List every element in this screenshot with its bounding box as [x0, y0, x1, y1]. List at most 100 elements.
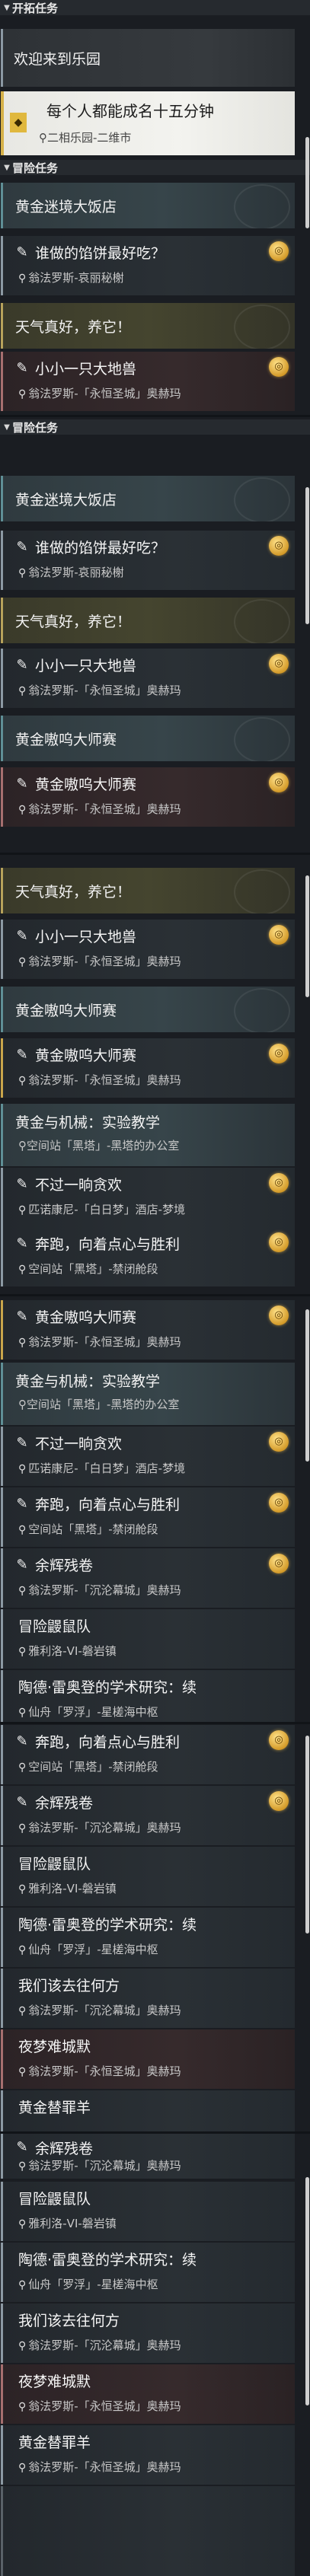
quest-location: ⚲ 翁法罗斯-「永恒圣城」奥赫玛	[18, 1073, 181, 1087]
quest-card[interactable]: 我们该去往何方 ⚲ 翁法罗斯-「沉沦幕城」奥赫玛	[1, 1969, 295, 2028]
quest-location: ⚲空间站「黑塔」-黑塔的办公室	[18, 1398, 180, 1411]
location-pin-icon: ⚲	[18, 1139, 27, 1153]
quest-scroll-icon: ✎	[16, 1047, 28, 1063]
quest-group-weather[interactable]: 天气真好，养它！	[1, 303, 295, 349]
location-pin-icon: ⚲	[18, 1524, 27, 1536]
quest-location: ⚲ 翁法罗斯-「沉沦幕城」奥赫玛	[18, 2159, 181, 2173]
quest-title: 夜梦难城默	[18, 2374, 91, 2390]
quest-card[interactable]: ✎ 小小一只大地兽 ⚲ 翁法罗斯-「永恒圣城」奥赫玛 ◎	[1, 920, 295, 979]
quest-card[interactable]: 黄金替罪羊	[1, 2090, 295, 2136]
reward-coin-icon: ◎	[269, 1493, 289, 1513]
quest-title: 小小一只大地兽	[35, 361, 137, 378]
quest-group-golden-restaurant[interactable]: 黄金迷境大饭店	[1, 476, 295, 521]
quest-group-weather[interactable]: 天气真好，养它！	[1, 598, 295, 643]
quest-title: 每个人都能成名十五分钟	[46, 102, 214, 120]
scrollbar-thumb[interactable]	[305, 875, 309, 997]
scrollbar-thumb[interactable]	[305, 487, 309, 624]
quest-location: ⚲ 仙舟「罗浮」-星槎海中枢	[18, 1943, 158, 1956]
quest-scroll-icon: ✎	[16, 657, 28, 673]
quest-card[interactable]: ✎ 奔跑，向着点心与胜利 ⚲ 空间站「黑塔」-禁闭舱段 ◎	[1, 1487, 295, 1547]
quest-card[interactable]: 陶德·雷奥登的学术研究：续 ⚲ 仙舟「罗浮」-星槎海中枢	[1, 1670, 295, 1722]
quest-card[interactable]: 陶德·雷奥登的学术研究：续 ⚲ 仙舟「罗浮」-星槎海中枢	[1, 2243, 295, 2302]
scrollbar-thumb[interactable]	[305, 1309, 309, 1462]
quest-card[interactable]: 夜梦难城默 ⚲ 翁法罗斯-「永恒圣城」奥赫玛	[1, 2029, 295, 2089]
scrollbar-thumb[interactable]	[305, 137, 309, 228]
quest-location: ⚲ 仙舟「罗浮」-星槎海中枢	[18, 2278, 158, 2291]
quest-location: ⚲ 翁法罗斯-「沉沦幕城」奥赫玛	[18, 2338, 181, 2352]
quest-card[interactable]: 冒险鼹鼠队 ⚲ 雅利洛-VI-磐岩镇	[1, 1847, 295, 1906]
quest-title: 我们该去往何方	[18, 2313, 120, 2329]
quest-card[interactable]: ✎ 小小一只大地兽 ⚲ 翁法罗斯-「永恒圣城」奥赫玛 ◎	[1, 352, 295, 411]
section-header-adventure[interactable]: ▼ 冒险任务	[0, 160, 310, 175]
location-pin-icon: ⚲	[18, 1822, 27, 1835]
quest-scroll-icon: ✎	[16, 1733, 28, 1749]
quest-location: ⚲ 雅利洛-VI-磐岩镇	[18, 2217, 117, 2230]
quest-location: ⚲ 翁法罗斯-「沉沦幕城」奥赫玛	[18, 1821, 181, 1835]
quest-card[interactable]: ✎ 余辉残卷 ⚲ 翁法罗斯-「沉沦幕城」奥赫玛	[1, 2136, 295, 2179]
quest-location: ⚲ 雅利洛-VI-磐岩镇	[18, 1882, 117, 1895]
quest-card[interactable]: ✎ 黄金嗷呜大师赛 ⚲ 翁法罗斯-「永恒圣城」奥赫玛 ◎	[1, 767, 295, 827]
quest-group-golden-restaurant[interactable]: 黄金迷境大饭店	[1, 183, 295, 228]
quest-scroll-icon: ✎	[16, 1794, 28, 1810]
quest-card[interactable]: 我们该去往何方 ⚲ 翁法罗斯-「沉沦幕城」奥赫玛	[1, 2303, 295, 2363]
quest-card[interactable]: ✎ 余辉残卷 ⚲ 翁法罗斯-「沉沦幕城」奥赫玛 ◎	[1, 1548, 295, 1608]
quest-group-golden-shout-master[interactable]: 黄金嗷呜大师赛	[1, 987, 295, 1032]
quest-list-panel: ▼ 开拓任务 欢迎来到乐园 ◆ 每个人都能成名十五分钟 ⚲二相乐园-二维市 ▼ …	[0, 0, 310, 2576]
quest-card[interactable]: 冒险鼹鼠队 ⚲ 雅利洛-VI-磐岩镇	[1, 2182, 295, 2241]
location-pin-icon: ⚲	[18, 956, 27, 968]
quest-location: ⚲ 翁法罗斯-「永恒圣城」奥赫玛	[18, 955, 181, 968]
quest-card[interactable]: ✎ 黄金嗷呜大师赛 ⚲ 翁法罗斯-「永恒圣城」奥赫玛 ◎	[1, 1038, 295, 1098]
quest-title: 奔跑，向着点心与胜利	[35, 1236, 181, 1253]
location-pin-icon: ⚲	[39, 131, 47, 145]
quest-scroll-icon: ✎	[16, 776, 28, 792]
frame-divider	[0, 1722, 310, 1724]
quest-card[interactable]: 夜梦难城默 ⚲ 翁法罗斯-「永恒圣城」奥赫玛	[1, 2364, 295, 2424]
quest-title: 不过一晌贪欢	[35, 1177, 123, 1194]
quest-card[interactable]: ✎ 黄金嗷呜大师赛 ⚲ 翁法罗斯-「永恒圣城」奥赫玛 ◎	[1, 1300, 295, 1360]
reward-coin-icon: ◎	[269, 925, 289, 945]
quest-card[interactable]: ✎ 小小一只大地兽 ⚲ 翁法罗斯-「永恒圣城」奥赫玛 ◎	[1, 649, 295, 708]
location-pin-icon: ⚲	[18, 2005, 27, 2017]
quest-location: ⚲ 翁法罗斯-哀丽秘榭	[18, 566, 124, 579]
section-header-adventure[interactable]: ▼ 冒险任务	[0, 419, 310, 435]
quest-card[interactable]: ✎ 不过一晌贪欢 ⚲ 匹诺康尼-「白日梦」酒店-梦境 ◎	[1, 1168, 295, 1227]
quest-card[interactable]: 陶德·雷奥登的学术研究：续 ⚲ 仙舟「罗浮」-星槎海中枢	[1, 1908, 295, 1967]
quest-group-weather[interactable]: 天气真好，养它！	[1, 868, 295, 913]
quest-scroll-icon: ✎	[16, 1309, 28, 1325]
location-pin-icon: ⚲	[18, 2462, 27, 2474]
reward-coin-icon: ◎	[269, 1044, 289, 1063]
location-pin-icon: ⚲	[18, 2340, 27, 2352]
section-header-trailblaze[interactable]: ▼ 开拓任务	[0, 0, 310, 15]
frame-divider	[0, 853, 310, 855]
quest-location: ⚲ 翁法罗斯-「永恒圣城」奥赫玛	[18, 684, 181, 697]
quest-card[interactable]: ✎ 余辉残卷 ⚲ 翁法罗斯-「沉沦幕城」奥赫玛 ◎	[1, 1786, 295, 1845]
reward-coin-icon: ◎	[269, 773, 289, 792]
scrollbar-thumb[interactable]	[305, 2177, 309, 2405]
quest-card[interactable]: 黄金替罪羊 ⚲ 翁法罗斯-「永恒圣城」奥赫玛	[1, 2425, 295, 2485]
quest-card-gold-machine[interactable]: 黄金与机械：实验教学 ⚲空间站「黑塔」-黑塔的办公室	[1, 1363, 295, 1425]
quest-card[interactable]: 冒险鼹鼠队 ⚲ 雅利洛-VI-磐岩镇	[1, 1609, 295, 1669]
quest-card-welcome[interactable]: 欢迎来到乐园	[1, 29, 295, 87]
quest-card-gold-machine[interactable]: 黄金与机械：实验教学 ⚲空间站「黑塔」-黑塔的办公室	[1, 1104, 295, 1166]
quest-title: 冒险鼹鼠队	[18, 1618, 91, 1635]
quest-title: 冒险鼹鼠队	[18, 2191, 91, 2208]
quest-title: 我们该去往何方	[18, 1978, 120, 1994]
quest-card[interactable]: ✎ 谁做的馅饼最好吃？ ⚲ 翁法罗斯-哀丽秘榭 ◎	[1, 531, 295, 590]
quest-location: ⚲ 仙舟「罗浮」-星槎海中枢	[18, 1705, 158, 1719]
quest-card-selected[interactable]: ◆ 每个人都能成名十五分钟 ⚲二相乐园-二维市	[1, 91, 295, 155]
quest-title: 夜梦难城默	[18, 2039, 91, 2055]
frame-divider	[0, 2131, 310, 2134]
scrollbar-thumb[interactable]	[305, 1736, 309, 1934]
quest-card[interactable]: ✎ 不过一晌贪欢 ⚲ 匹诺康尼-「白日梦」酒店-梦境 ◎	[1, 1427, 295, 1486]
quest-card[interactable]: ✎ 奔跑，向着点心与胜利 ⚲ 空间站「黑塔」-禁闭舱段 ◎	[1, 1227, 295, 1286]
quest-location: ⚲ 空间站「黑塔」-禁闭舱段	[18, 1262, 158, 1276]
quest-card[interactable]: ✎ 谁做的馅饼最好吃？ ⚲ 翁法罗斯-哀丽秘榭 ◎	[1, 236, 295, 295]
quest-title: 欢迎来到乐园	[14, 50, 101, 68]
decoration-emblem-icon	[234, 988, 290, 1032]
reward-coin-icon: ◎	[269, 536, 289, 556]
quest-group-golden-shout-master[interactable]: 黄金嗷呜大师赛	[1, 716, 295, 761]
quest-card[interactable]: ✎ 奔跑，向着点心与胜利 ⚲ 空间站「黑塔」-禁闭舱段 ◎	[1, 1725, 295, 1784]
quest-title: 黄金嗷呜大师赛	[35, 1047, 137, 1064]
location-pin-icon: ⚲	[18, 1646, 27, 1658]
list-footer-area	[1, 2486, 295, 2576]
